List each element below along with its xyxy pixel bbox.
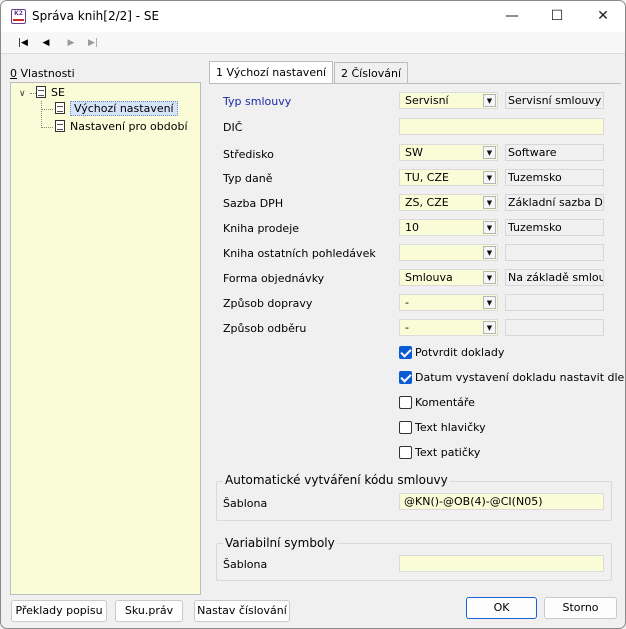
typ-smlouvy-desc: Servisní smlouvy <box>505 92 604 109</box>
kniha-ostatnich-combo[interactable]: ▼ <box>399 244 498 261</box>
stredisko-combo[interactable]: SW ▼ <box>399 144 498 161</box>
variabilni-group-title: Variabilní symboly <box>223 536 337 550</box>
zpusob-odberu-label: Způsob odběru <box>223 322 307 335</box>
auto-code-group-title: Automatické vytváření kódu smlouvy <box>223 473 450 487</box>
previous-record-icon[interactable]: ◀ <box>38 36 54 50</box>
typ-dane-desc: Tuzemsko <box>505 169 604 186</box>
checkbox-text-paticky[interactable]: Text patičky <box>399 446 480 460</box>
checkbox-unchecked-icon[interactable] <box>399 421 412 434</box>
tree-node-nastaveni-pro-obdobi[interactable]: Nastavení pro období <box>55 119 188 135</box>
checkbox-checked-icon[interactable] <box>399 346 412 359</box>
document-icon <box>55 120 65 132</box>
dropdown-arrow-icon[interactable]: ▼ <box>483 146 496 159</box>
forma-objednavky-combo[interactable]: Smlouva ▼ <box>399 269 498 286</box>
forma-objednavky-label: Forma objednávky <box>223 272 325 285</box>
preklady-popisu-button[interactable]: Překlady popisu <box>11 600 107 622</box>
sku-prav-button[interactable]: Sku.práv <box>115 600 183 622</box>
typ-smlouvy-label: Typ smlouvy <box>223 95 292 108</box>
dropdown-arrow-icon[interactable]: ▼ <box>483 171 496 184</box>
checkbox-datum-vystaveni[interactable]: Datum vystavení dokladu nastavit dle d <box>399 371 625 385</box>
kniha-ostatnich-label: Kniha ostatních pohledávek <box>223 247 376 260</box>
k2-app-icon: K2 <box>11 9 26 24</box>
chevron-down-icon[interactable]: ∨ <box>19 89 26 99</box>
dic-label: DIČ <box>223 121 243 134</box>
typ-dane-label: Typ daně <box>223 172 273 185</box>
checkbox-unchecked-icon[interactable] <box>399 446 412 459</box>
kniha-prodeje-desc: Tuzemsko <box>505 219 604 236</box>
document-icon <box>36 86 46 98</box>
sazba-dph-combo[interactable]: ZS, CZE ▼ <box>399 194 498 211</box>
kniha-prodeje-label: Kniha prodeje <box>223 222 300 235</box>
properties-tree[interactable]: ∨ SE Výchozí nastavení Nastavení pro obd… <box>10 82 201 595</box>
dialog-window: K2 Správa knih[2/2] - SE — ☐ ✕ |◀ ◀ ▶ ▶|… <box>0 0 626 629</box>
kniha-ostatnich-desc <box>505 244 604 261</box>
checkbox-text-hlavicky[interactable]: Text hlavičky <box>399 421 486 435</box>
tree-node-se[interactable]: SE <box>36 85 65 101</box>
auto-code-sablona-label: Šablona <box>223 497 268 510</box>
zpusob-dopravy-label: Způsob dopravy <box>223 297 313 310</box>
stredisko-label: Středisko <box>223 148 274 161</box>
typ-smlouvy-combo[interactable]: Servisní ▼ <box>399 92 498 109</box>
typ-dane-combo[interactable]: TU, CZE ▼ <box>399 169 498 186</box>
checkbox-checked-icon[interactable] <box>399 371 412 384</box>
checkbox-potvrdit-doklady[interactable]: Potvrdit doklady <box>399 346 504 360</box>
stredisko-desc: Software <box>505 144 604 161</box>
sazba-dph-desc: Základní sazba DPH <box>505 194 604 211</box>
checkbox-unchecked-icon[interactable] <box>399 396 412 409</box>
variabilni-sablona-input[interactable] <box>399 555 604 572</box>
tab-cislovani[interactable]: 2 Číslování <box>334 62 409 83</box>
dropdown-arrow-icon[interactable]: ▼ <box>483 296 496 309</box>
sazba-dph-label: Sazba DPH <box>223 197 284 210</box>
next-record-icon[interactable]: ▶ <box>63 36 79 50</box>
tree-node-vychozi-nastaveni[interactable]: Výchozí nastavení <box>55 101 178 117</box>
kniha-prodeje-combo[interactable]: 10 ▼ <box>399 219 498 236</box>
minimize-icon[interactable]: — <box>489 1 535 32</box>
zpusob-dopravy-desc <box>505 294 604 311</box>
record-nav-toolbar: |◀ ◀ ▶ ▶| <box>1 32 625 54</box>
title-bar[interactable]: K2 Správa knih[2/2] - SE — ☐ ✕ <box>1 1 625 32</box>
nastav-cislovani-button[interactable]: Nastav číslování <box>194 600 290 622</box>
close-icon[interactable]: ✕ <box>580 1 625 32</box>
dropdown-arrow-icon[interactable]: ▼ <box>483 246 496 259</box>
properties-label: 0 Vlastnosti <box>10 67 75 80</box>
auto-code-sablona-input[interactable]: @KN()-@OB(4)-@CI(N05) <box>399 493 604 510</box>
dropdown-arrow-icon[interactable]: ▼ <box>483 196 496 209</box>
dropdown-arrow-icon[interactable]: ▼ <box>483 94 496 107</box>
window-title: Správa knih[2/2] - SE <box>32 9 160 23</box>
maximize-icon[interactable]: ☐ <box>534 1 580 32</box>
dropdown-arrow-icon[interactable]: ▼ <box>483 271 496 284</box>
dic-input[interactable] <box>399 118 604 135</box>
forma-objednavky-desc: Na základě smlouvy <box>505 269 604 286</box>
checkbox-komentare[interactable]: Komentáře <box>399 396 475 410</box>
last-record-icon[interactable]: ▶| <box>85 36 101 50</box>
dropdown-arrow-icon[interactable]: ▼ <box>483 221 496 234</box>
zpusob-odberu-desc <box>505 319 604 336</box>
ok-button[interactable]: OK <box>466 597 537 619</box>
dropdown-arrow-icon[interactable]: ▼ <box>483 321 496 334</box>
tab-vychozi-nastaveni[interactable]: 1 Výchozí nastavení <box>209 61 334 84</box>
variabilni-sablona-label: Šablona <box>223 558 268 571</box>
storno-button[interactable]: Storno <box>544 597 617 619</box>
first-record-icon[interactable]: |◀ <box>15 36 31 50</box>
document-icon <box>55 102 65 114</box>
zpusob-odberu-combo[interactable]: - ▼ <box>399 319 498 336</box>
zpusob-dopravy-combo[interactable]: - ▼ <box>399 294 498 311</box>
